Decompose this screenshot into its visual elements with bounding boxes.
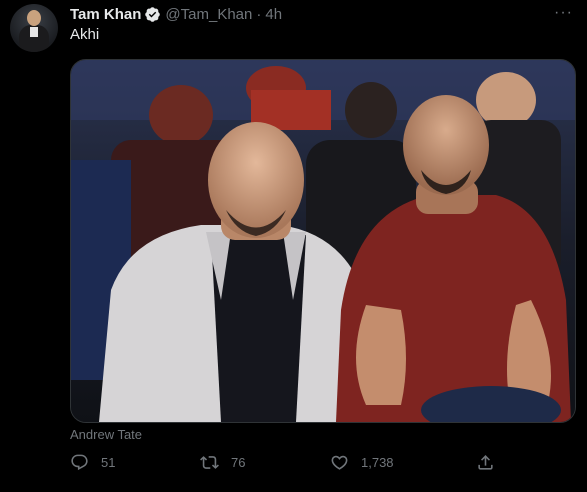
like-count: 1,738 bbox=[361, 455, 394, 470]
photo-illustration bbox=[71, 60, 575, 422]
separator-dot: · bbox=[256, 5, 262, 23]
avatar[interactable] bbox=[10, 4, 58, 52]
tweet-photo[interactable] bbox=[70, 59, 576, 423]
display-name[interactable]: Tam Khan bbox=[70, 6, 141, 23]
share-icon bbox=[478, 455, 493, 470]
reply-icon bbox=[71, 454, 88, 471]
reply-count: 51 bbox=[101, 455, 116, 470]
retweet-button[interactable]: 76 bbox=[200, 453, 245, 472]
user-handle[interactable]: @Tam_Khan bbox=[165, 6, 252, 23]
avatar-shirt bbox=[30, 27, 38, 37]
avatar-head bbox=[27, 10, 41, 26]
heart-icon bbox=[331, 455, 348, 470]
reply-button[interactable]: 51 bbox=[70, 453, 115, 472]
retweet-icon bbox=[200, 456, 219, 469]
tweet-header: Tam Khan @Tam_Khan · 4h bbox=[70, 4, 282, 24]
retweet-count: 76 bbox=[231, 455, 246, 470]
media-tag[interactable]: Andrew Tate bbox=[70, 427, 142, 442]
more-icon[interactable]: ··· bbox=[554, 4, 573, 22]
tweet-text: Akhi bbox=[70, 26, 100, 43]
tweet[interactable]: Tam Khan @Tam_Khan · 4h ··· Akhi Andrew … bbox=[0, 0, 587, 492]
verified-badge-icon bbox=[144, 6, 161, 23]
like-button[interactable]: 1,738 bbox=[330, 453, 394, 472]
share-button[interactable] bbox=[476, 453, 507, 472]
tweet-actions: 51 76 1,738 bbox=[70, 453, 500, 475]
timestamp[interactable]: 4h bbox=[265, 6, 282, 23]
